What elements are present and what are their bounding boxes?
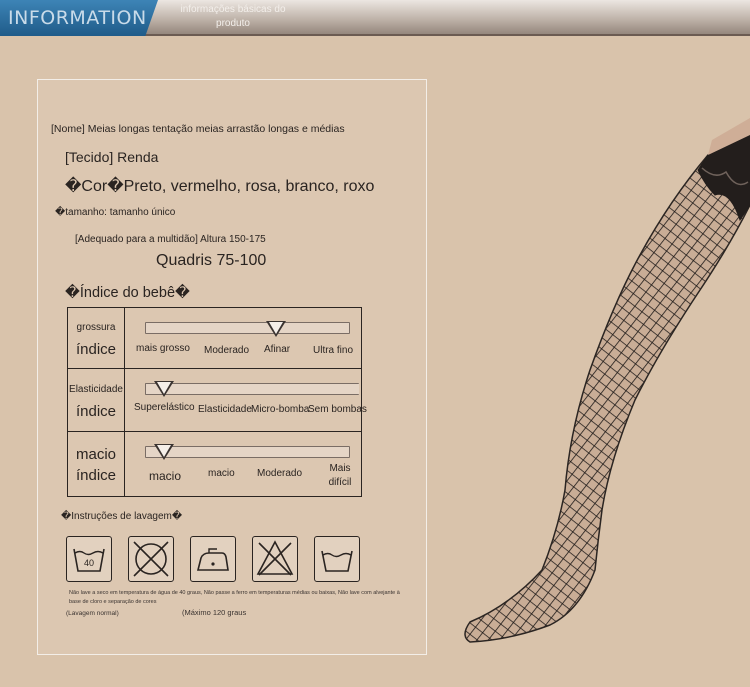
product-fabric: [Tecido] Renda	[65, 149, 159, 165]
thickness-marker	[266, 321, 286, 337]
fishnet-stocking-image	[464, 118, 750, 643]
option-label: Sem bombas	[308, 404, 367, 415]
option-label: Micro-bomba	[251, 404, 310, 415]
product-name: [Nome] Meias longas tentação meias arras…	[51, 123, 345, 135]
option-label: Afinar	[264, 344, 291, 355]
index-row-elasticity: Elasticidade índice Superelástico Elasti…	[68, 369, 367, 432]
row-label-bottom: índice	[75, 341, 117, 358]
hand-wash-icon	[314, 536, 360, 582]
wash-40-icon: 40	[66, 536, 112, 582]
badge-label: INFORMATION	[8, 7, 147, 29]
wash-temp: 40	[84, 558, 94, 568]
no-dryclean-icon	[128, 536, 174, 582]
washing-normal-label: (Lavagem normal)	[66, 610, 119, 617]
index-row-softness: macio índice macio macio Moderado Mais d…	[68, 432, 361, 495]
baby-index-title: �Índice do bebê�	[65, 285, 190, 301]
no-bleach-icon	[252, 536, 298, 582]
option-label: mais grosso	[136, 343, 190, 354]
softness-slider	[145, 446, 350, 458]
option-label: macio	[208, 468, 235, 479]
row-label-bottom: índice	[75, 403, 117, 420]
row-label-top: macio	[75, 446, 116, 463]
row-label-top: Elasticidade	[69, 384, 123, 395]
option-label: macio	[149, 469, 182, 483]
row-label-top: grossura	[76, 322, 116, 333]
option-label: Elasticidade	[198, 404, 252, 415]
index-row-thickness: grossura índice mais grosso Moderado Afi…	[68, 308, 361, 369]
washing-title: �Instruções de lavagem�	[61, 511, 183, 522]
elasticity-slider	[145, 383, 359, 395]
softness-marker	[154, 444, 174, 460]
product-crowd: [Adequado para a multidão] Altura 150-17…	[75, 234, 266, 245]
washing-max-label: (Máximo 120 graus	[182, 608, 247, 617]
baby-index-table: grossura índice mais grosso Moderado Afi…	[67, 307, 367, 497]
elasticity-marker	[154, 381, 174, 397]
option-label: Ultra fino	[313, 345, 354, 356]
product-size: �tamanho: tamanho único	[55, 207, 176, 218]
header-subtitle: informações básicas do produto	[180, 4, 286, 29]
washing-note: Não lave a seco em temperatura de água d…	[69, 590, 400, 605]
product-color: �Cor�Preto, vermelho, rosa, branco, roxo	[65, 178, 375, 195]
thickness-slider	[145, 322, 350, 334]
low-iron-icon	[190, 536, 236, 582]
option-label: Moderado	[257, 468, 303, 479]
product-info-panel: [Nome] Meias longas tentação meias arras…	[37, 79, 427, 655]
row-label-bottom: índice	[75, 467, 117, 484]
information-badge: INFORMATION	[0, 0, 158, 36]
option-label: Superelástico	[134, 402, 195, 413]
option-label: Moderado	[204, 345, 250, 356]
option-label: Mais difícil	[328, 463, 352, 488]
product-hips: Quadris 75-100	[156, 252, 267, 269]
